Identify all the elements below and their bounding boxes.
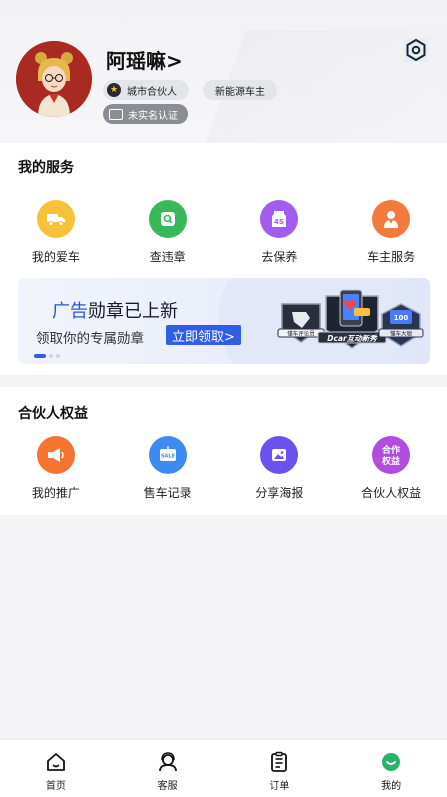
image-icon (260, 436, 299, 474)
partner-grid: 我的推广 SALE 售车记录 分享海报 合作 权益 合伙人权益 (0, 436, 447, 501)
badge-row: ★ 城市合伙人 新能源车主 (103, 80, 277, 100)
star-icon: ★ (107, 83, 121, 97)
4s-icon: 4S (260, 200, 299, 238)
service-violations-label: 查违章 (149, 250, 186, 264)
home-icon (46, 753, 65, 771)
partner-badge[interactable]: ★ 城市合伙人 (103, 80, 189, 100)
partner-rights-label: 合伙人权益 (361, 486, 422, 500)
hexagon-badge-icon: 100 懂车大咖 (378, 303, 424, 347)
partner-share-poster[interactable]: 分享海报 (224, 436, 336, 501)
headset-icon (158, 752, 177, 772)
tab-orders[interactable]: 订单 (224, 740, 336, 797)
medal-interactive-rookie-label: Dcar互动新秀 (327, 334, 378, 343)
megaphone-icon (36, 436, 75, 474)
services-title: 我的服务 (18, 160, 74, 176)
partner-sales-records[interactable]: SALE 售车记录 (112, 436, 224, 501)
medal-expert: 100 懂车大咖 (378, 302, 424, 352)
service-maintenance-label: 去保养 (261, 250, 298, 264)
bottom-tab-bar: 首页 客服 订单 我的 (0, 739, 447, 797)
partner-card: 合伙人权益 我的推广 SALE 售车记录 分享海报 合作 权益 合伙人权益 (0, 387, 447, 515)
service-violations[interactable]: 查违章 (112, 200, 224, 265)
ev-owner-badge[interactable]: 新能源车主 (203, 80, 277, 100)
partner-title: 合伙人权益 (18, 406, 88, 422)
partner-my-promotion[interactable]: 我的推广 (0, 436, 112, 501)
partner-rights-icon: 合作 权益 (372, 436, 411, 474)
svg-text:权益: 权益 (381, 455, 400, 467)
banner-title-text: 勋章已上新 (88, 301, 178, 322)
avatar-illustration (16, 41, 92, 117)
ev-owner-badge-label: 新能源车主 (215, 86, 265, 98)
profile-header: 阿瑶嘛> ★ 城市合伙人 新能源车主 未实名认证 (0, 0, 447, 143)
tab-orders-label: 订单 (269, 781, 290, 792)
medal-commenter-label: 懂车评论员 (287, 330, 315, 338)
profile-icon (382, 753, 401, 771)
service-owner-services-label: 车主服务 (367, 250, 416, 264)
claim-medal-button[interactable]: 立即领取> (166, 325, 241, 345)
car-icon (36, 200, 75, 238)
verify-status-label: 未实名认证 (128, 110, 178, 122)
partner-sales-records-label: 售车记录 (143, 486, 192, 500)
search-icon (148, 200, 187, 238)
services-grid: 我的爱车 查违章 4S 去保养 车主服务 (0, 200, 447, 265)
svg-text:100: 100 (394, 314, 409, 322)
partner-my-promotion-label: 我的推广 (31, 486, 80, 500)
banner-dot[interactable] (56, 354, 60, 358)
verify-status-badge[interactable]: 未实名认证 (103, 104, 188, 124)
medal-banner[interactable]: 广告勋章已上新 领取你的专属勋章 立即领取> 懂车评论员 Dcar互动新秀 10… (18, 278, 430, 364)
banner-dot[interactable] (49, 354, 53, 358)
tab-mine[interactable]: 我的 (335, 740, 447, 797)
sale-tag-icon: SALE (148, 436, 187, 474)
service-my-car-label: 我的爱车 (31, 250, 80, 264)
settings-icon[interactable] (404, 38, 428, 62)
tab-customer-service[interactable]: 客服 (112, 740, 224, 797)
banner-subtitle: 领取你的专属勋章 (36, 331, 144, 347)
svg-text:4S: 4S (274, 218, 284, 226)
tab-home-label: 首页 (45, 781, 66, 792)
service-person-icon (372, 200, 411, 238)
tab-mine-label: 我的 (381, 781, 402, 792)
banner-pagination[interactable] (34, 354, 60, 358)
avatar[interactable] (16, 41, 92, 117)
service-owner-services[interactable]: 车主服务 (335, 200, 447, 265)
username[interactable]: 阿瑶嘛> (106, 45, 183, 74)
medal-expert-label: 懂车大咖 (390, 330, 413, 338)
partner-share-poster-label: 分享海报 (255, 486, 304, 500)
service-maintenance[interactable]: 4S 去保养 (224, 200, 336, 265)
service-my-car[interactable]: 我的爱车 (0, 200, 112, 265)
tab-home[interactable]: 首页 (0, 740, 112, 797)
svg-text:SALE: SALE (161, 454, 176, 460)
partner-badge-label: 城市合伙人 (127, 86, 177, 98)
tab-customer-service-label: 客服 (157, 781, 178, 792)
id-card-icon (109, 108, 123, 120)
banner-ad-tag: 广告 (52, 301, 88, 322)
banner-dot-active[interactable] (34, 354, 46, 358)
order-icon (271, 751, 288, 772)
banner-title: 广告勋章已上新 (52, 297, 178, 323)
partner-rights[interactable]: 合作 权益 合伙人权益 (335, 436, 447, 501)
svg-text:合作: 合作 (382, 444, 400, 456)
